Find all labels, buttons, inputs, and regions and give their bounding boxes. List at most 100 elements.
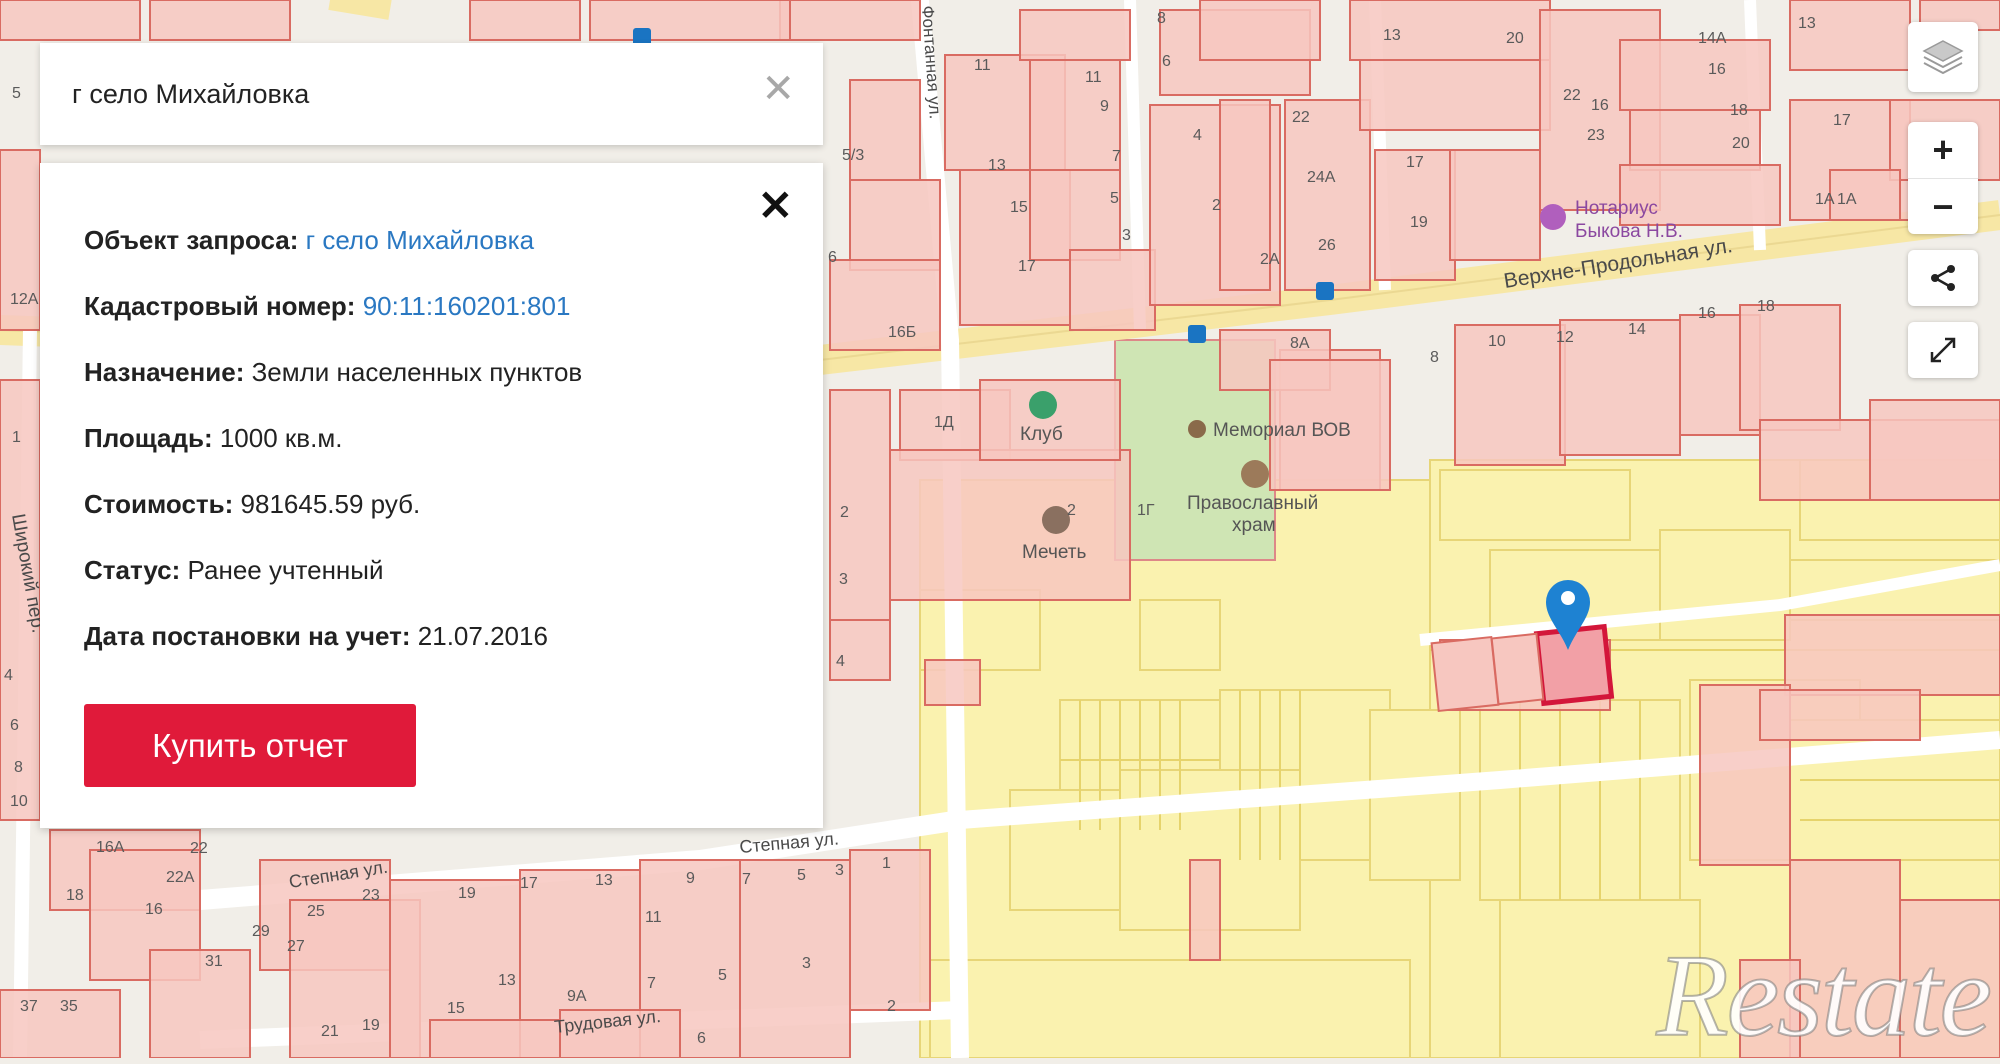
memorial-icon — [1188, 420, 1206, 438]
house-number-label: 11 — [1085, 69, 1102, 86]
house-number-label: 13 — [1383, 27, 1401, 44]
neighbor-parcels — [1430, 632, 1545, 713]
house-number-label: 22А — [166, 869, 195, 886]
house-number-label: 16 — [1708, 61, 1726, 78]
layers-icon — [1922, 40, 1964, 75]
info-value-object-link[interactable]: г село Михайловка — [306, 225, 534, 255]
share-button[interactable] — [1908, 250, 1978, 306]
search-clear-icon[interactable]: ✕ — [761, 69, 795, 109]
house-number-label: 7 — [1112, 148, 1121, 165]
notary-label-1: Нотариус — [1575, 198, 1658, 219]
house-number-label: 15 — [1010, 199, 1028, 216]
house-number-label: 16Б — [888, 324, 916, 341]
house-number-label: 19 — [458, 885, 476, 902]
close-icon[interactable]: ✕ — [758, 185, 793, 227]
info-row-cadastral: Кадастровый номер: 90:11:160201:801 — [84, 291, 570, 322]
house-number-label: 8 — [1157, 10, 1166, 27]
info-value: 981645.59 руб. — [240, 489, 421, 519]
fullscreen-icon — [1930, 337, 1956, 363]
house-number-label: 1 — [882, 855, 891, 872]
house-number-label: 11 — [645, 909, 662, 926]
house-number-label: 9А — [567, 988, 587, 1005]
info-row-registration-date: Дата постановки на учет: 21.07.2016 — [84, 621, 548, 652]
zoom-control: + − — [1908, 122, 1978, 234]
house-number-label: 2 — [840, 504, 849, 521]
search-input[interactable]: г село Михайловка — [72, 79, 309, 110]
house-number-label: 3 — [802, 955, 811, 972]
house-number-label: 1Г — [1137, 502, 1155, 519]
house-number-label: 2 — [887, 998, 896, 1015]
house-number-label: 13 — [498, 972, 516, 989]
house-number-label: 11 — [974, 57, 991, 74]
house-number-label: 23 — [362, 887, 380, 904]
zoom-out-button[interactable]: − — [1908, 178, 1978, 235]
notary-label-2: Быкова Н.В. — [1575, 221, 1683, 242]
house-number-label: 23 — [1587, 127, 1605, 144]
info-label: Объект запроса: — [84, 225, 299, 255]
club-icon — [1029, 391, 1057, 419]
house-number-label: 4 — [4, 667, 13, 684]
house-number-label: 8 — [1430, 349, 1439, 366]
house-number-label: 6 — [1162, 53, 1171, 70]
house-number-label: 7 — [647, 975, 656, 992]
house-number-label: 8А — [1290, 335, 1310, 352]
house-number-label: 15 — [447, 1000, 465, 1017]
info-label: Назначение: — [84, 357, 245, 387]
house-number-label: 6 — [828, 249, 837, 266]
house-number-label: 16 — [145, 901, 163, 918]
mosque-icon — [1042, 506, 1070, 534]
info-label: Статус: — [84, 555, 181, 585]
memorial-poi[interactable]: Мемориал ВОВ — [1188, 420, 1351, 441]
church-label-1: Православный — [1187, 493, 1318, 514]
house-number-label: 31 — [205, 953, 223, 970]
notary-icon — [1540, 204, 1566, 230]
house-number-label: 29 — [252, 923, 270, 940]
house-number-label: 17 — [520, 875, 538, 892]
house-number-label: 13 — [988, 157, 1006, 174]
fullscreen-button[interactable] — [1908, 322, 1978, 378]
house-number-label: 17 — [1406, 154, 1424, 171]
house-number-label: 3 — [839, 571, 848, 588]
house-number-label: 3 — [1122, 227, 1131, 244]
house-number-label: 5/3 — [842, 147, 864, 164]
house-number-label: 37 — [20, 998, 38, 1015]
mosque-label: Мечеть — [1022, 542, 1087, 563]
house-number-label: 25 — [307, 903, 325, 920]
house-number-label: 9 — [686, 870, 695, 887]
house-number-label: 1Д — [934, 414, 954, 431]
house-number-label: 22 — [1292, 109, 1310, 126]
layers-button[interactable] — [1908, 22, 1978, 92]
info-value: Ранее учтенный — [187, 555, 384, 585]
info-label: Площадь: — [84, 423, 213, 453]
house-number-label: 14А — [1698, 30, 1727, 47]
house-number-label: 20 — [1506, 30, 1524, 47]
info-value: 21.07.2016 — [417, 621, 548, 651]
house-number-label: 35 — [60, 998, 78, 1015]
house-number-label: 20 — [1732, 135, 1750, 152]
house-number-label: 5 — [718, 967, 727, 984]
house-number-label: 5 — [12, 85, 21, 102]
house-number-label: 9 — [1100, 98, 1109, 115]
house-number-label: 24А — [1307, 169, 1336, 186]
info-value-cadastral-link[interactable]: 90:11:160201:801 — [363, 291, 571, 321]
watermark-logo: Restate — [1656, 929, 1993, 1062]
info-row-status: Статус: Ранее учтенный — [84, 555, 384, 586]
info-label: Дата постановки на учет: — [84, 621, 411, 651]
club-label: Клуб — [1020, 424, 1063, 445]
house-number-label: 18 — [1730, 102, 1748, 119]
search-box[interactable]: г село Михайловка ✕ — [40, 43, 823, 145]
church-icon — [1241, 460, 1269, 488]
selected-parcel[interactable] — [1533, 623, 1615, 707]
info-value: Земли населенных пунктов — [251, 357, 583, 387]
house-number-label: 19 — [1410, 214, 1428, 231]
info-row-purpose: Назначение: Земли населенных пунктов — [84, 357, 582, 388]
zoom-in-button[interactable]: + — [1908, 122, 1978, 178]
house-number-label: 5 — [797, 867, 806, 884]
house-number-label: 12 — [1556, 329, 1574, 346]
house-number-label: 6 — [697, 1030, 706, 1047]
church-label-2: храм — [1232, 515, 1276, 536]
share-icon — [1931, 265, 1955, 291]
info-row-object: Объект запроса: г село Михайловка — [84, 225, 534, 256]
house-number-label: 2А — [1260, 251, 1280, 268]
buy-report-button[interactable]: Купить отчет — [84, 704, 416, 787]
